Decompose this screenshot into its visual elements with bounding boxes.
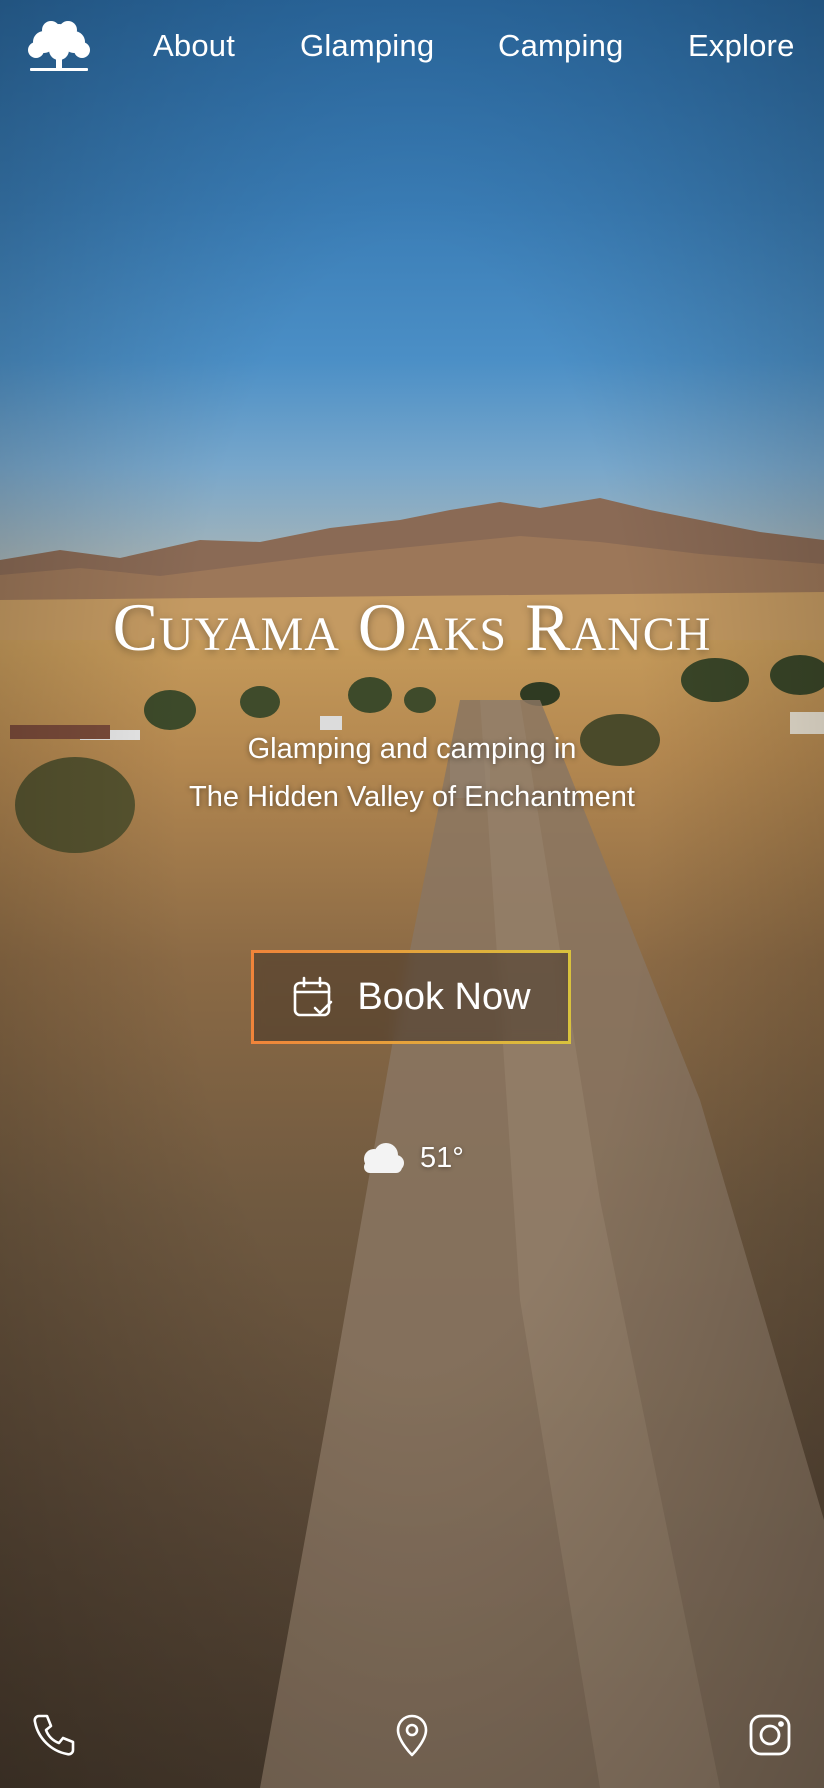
cloud-icon xyxy=(364,1143,404,1173)
book-now-label: Book Now xyxy=(357,975,531,1018)
nav-link-about[interactable]: About xyxy=(153,28,235,64)
hero-title: Cuyama Oaks Ranch xyxy=(112,589,712,665)
map-pin-icon[interactable] xyxy=(389,1712,435,1758)
oak-tree-icon[interactable] xyxy=(26,18,92,74)
calendar-check-icon xyxy=(294,976,333,1017)
nav-link-explore[interactable]: Explore xyxy=(688,28,795,64)
temperature: 51° xyxy=(420,1141,464,1174)
top-nav: About Glamping Camping Explore xyxy=(0,0,824,92)
vignette-overlay xyxy=(0,0,824,1788)
hero-background xyxy=(0,0,824,1788)
weather-widget: 51° xyxy=(356,1138,464,1178)
phone-icon[interactable] xyxy=(31,1712,77,1758)
hero-subtitle-line1: Glamping and camping in xyxy=(247,733,577,765)
book-now-button[interactable]: Book Now xyxy=(251,950,571,1044)
hero-subtitle-line2: The Hidden Valley of Enchantment xyxy=(188,781,635,813)
instagram-icon[interactable] xyxy=(747,1712,793,1758)
nav-link-camping[interactable]: Camping xyxy=(498,28,623,64)
nav-link-glamping[interactable]: Glamping xyxy=(300,28,434,64)
